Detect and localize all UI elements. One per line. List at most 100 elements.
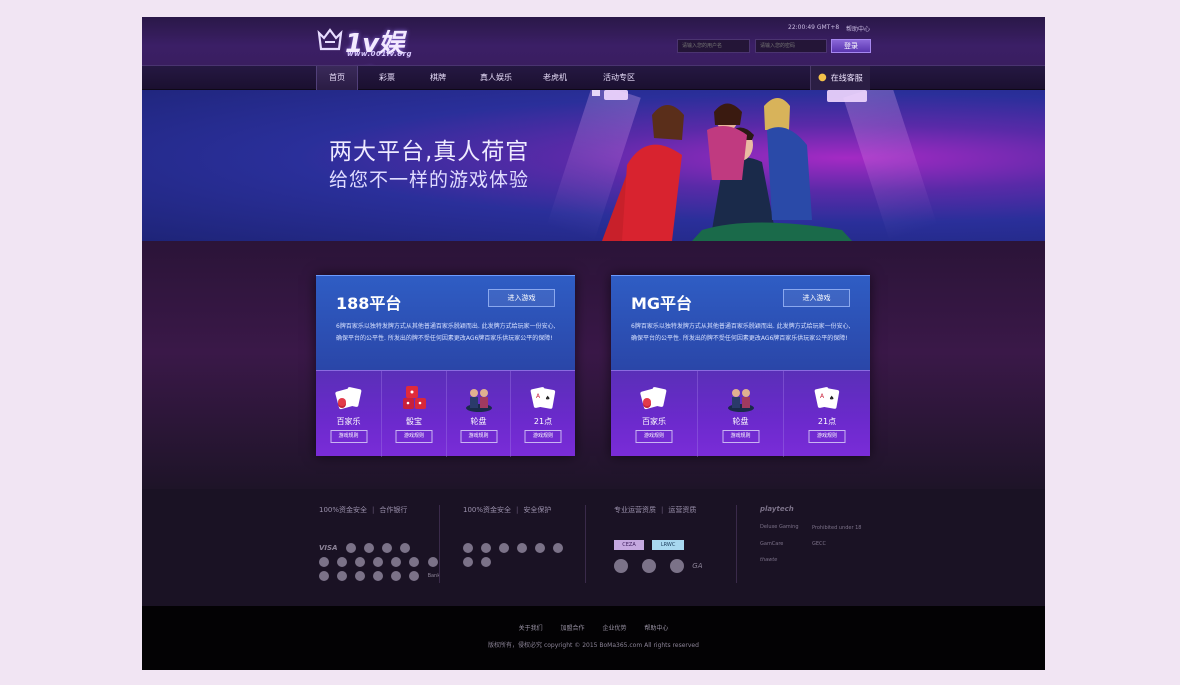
partners-banks: 100%资金安全 | 合作银行 VISA Bank xyxy=(319,505,441,585)
partners-licenses-heading: 专业运营资质 | 运营资质 xyxy=(614,506,697,514)
nav-home[interactable]: 首页 xyxy=(316,66,358,90)
heading-partner-banks: 合作银行 xyxy=(379,506,408,514)
security-logo xyxy=(499,542,510,553)
license-seal-logo xyxy=(614,558,628,573)
game-rules-button[interactable]: 游戏规则 xyxy=(808,430,846,443)
platforms-section: 188平台 进入游戏 6牌百家乐以独特发牌方式从其他普通百家乐脱颖而出. 此发牌… xyxy=(142,241,1045,489)
heading-operating-license: 专业运营资质 xyxy=(614,506,656,514)
game-list: 百家乐 游戏规则 轮盘 游戏规则 A ♠ 21点 游戏规则 xyxy=(611,370,870,457)
game-name: 轮盘 xyxy=(732,417,749,426)
bank-logo xyxy=(373,570,384,581)
game-rules-button[interactable]: 游戏规则 xyxy=(635,430,673,443)
bank-logo xyxy=(319,570,329,581)
server-clock: 22:00:49 GMT+8 xyxy=(788,24,840,31)
dice-icon xyxy=(403,386,426,409)
game-dice[interactable]: 骰宝 游戏规则 xyxy=(381,371,446,457)
partners-security: 100%资金安全 | 安全保护 xyxy=(463,505,583,585)
game-rules-button[interactable]: 游戏规则 xyxy=(722,430,759,443)
login-button[interactable]: 登录 xyxy=(831,39,871,53)
license-logos-row: GA xyxy=(614,555,706,573)
blackjack-icon: A ♠ xyxy=(530,387,556,409)
online-service-button[interactable]: ● 在线客服 xyxy=(810,66,870,90)
game-baccarat[interactable]: 百家乐 游戏规则 xyxy=(611,371,697,457)
footer-link-help[interactable]: 帮助中心 xyxy=(644,625,668,632)
copyright-text: 版权所有，侵权必究 copyright © 2015 BoMa365.com A… xyxy=(488,642,699,649)
partners-providers: playtech Deluxe Gaming Prohibited under … xyxy=(760,505,900,585)
partners-licenses: 专业运营资质 | 运营资质 CEZA LRWC GA xyxy=(614,505,734,585)
site-logo[interactable]: 1v娱乐 www.001lv.org xyxy=(317,23,427,96)
nav-lottery[interactable]: 彩票 xyxy=(368,66,406,90)
column-divider xyxy=(439,505,440,583)
security-logo xyxy=(553,542,564,553)
column-divider xyxy=(585,505,586,583)
license-seal-logo xyxy=(670,558,685,573)
gamcare-logo: GamCare xyxy=(760,541,784,547)
game-roulette[interactable]: 轮盘 游戏规则 xyxy=(446,371,510,457)
heading-fund-safety: 100%资金安全 xyxy=(463,506,512,514)
username-input[interactable] xyxy=(677,39,750,53)
heading-fund-safety: 100%资金安全 xyxy=(319,506,368,514)
security-logos-row xyxy=(463,537,566,553)
partners-security-heading: 100%资金安全 | 安全保护 xyxy=(463,506,552,514)
nav-slots[interactable]: 老虎机 xyxy=(533,66,577,90)
game-name: 21点 xyxy=(817,417,837,426)
bank-logo xyxy=(355,570,366,581)
nav-promotions[interactable]: 活动专区 xyxy=(596,66,642,90)
ga-logo: GA xyxy=(692,561,703,570)
game-rules-button[interactable]: 游戏规则 xyxy=(395,430,433,443)
game-name: 21点 xyxy=(533,417,553,426)
column-divider xyxy=(736,505,737,583)
hero-banner: 两大平台,真人荷官 给您不一样的游戏体验 xyxy=(142,90,1045,241)
platform-description: 6牌百家乐以独特发牌方式从其他普通百家乐脱颖而出. 此发牌方式给玩家一份安心, … xyxy=(631,323,851,342)
game-blackjack[interactable]: A ♠ 21点 游戏规则 xyxy=(510,371,575,457)
game-name: 骰宝 xyxy=(406,417,422,426)
banner-title: 两大平台,真人荷官 xyxy=(329,139,530,165)
game-roulette[interactable]: 轮盘 游戏规则 xyxy=(697,371,783,457)
security-logo xyxy=(535,542,546,553)
heading-security: 安全保护 xyxy=(523,506,552,514)
baccarat-icon xyxy=(640,387,667,410)
nav-chess[interactable]: 棋牌 xyxy=(418,66,458,90)
nav-live-casino[interactable]: 真人娱乐 xyxy=(473,66,519,90)
platform-title: 188平台 xyxy=(336,294,402,313)
partners-banks-heading: 100%资金安全 | 合作银行 xyxy=(319,506,408,514)
security-logos-row xyxy=(463,551,494,567)
footer-link-about[interactable]: 关于我们 xyxy=(519,625,543,632)
game-rules-button[interactable]: 游戏规则 xyxy=(524,430,562,443)
platform-description: 6牌百家乐以独特发牌方式从其他普通百家乐脱颖而出. 此发牌方式给玩家一份安心, … xyxy=(336,323,556,342)
password-input[interactable] xyxy=(755,39,827,53)
bank-logo xyxy=(409,570,420,581)
enter-game-button[interactable]: 进入游戏 xyxy=(783,289,850,307)
footer-link-advantages[interactable]: 企业优势 xyxy=(602,625,626,632)
security-logo xyxy=(463,556,473,567)
enter-game-button[interactable]: 进入游戏 xyxy=(488,289,555,307)
chat-icon: ● xyxy=(818,72,827,83)
bank-logo xyxy=(391,570,402,581)
ceza-logo: CEZA xyxy=(614,539,644,550)
game-blackjack[interactable]: A ♠ 21点 游戏规则 xyxy=(783,371,870,457)
license-seal-logo xyxy=(642,558,657,573)
help-center-link[interactable]: 帮助中心 xyxy=(846,24,870,33)
thawte-logo: thawte xyxy=(760,557,778,563)
site-page: 1v娱乐 www.001lv.org 22:00:49 GMT+8 帮助中心 登… xyxy=(142,17,1045,670)
roulette-icon xyxy=(727,389,754,412)
online-service-label: 在线客服 xyxy=(830,73,863,83)
age-restriction-label: Prohibited under 18 xyxy=(812,525,862,531)
partners-footer: 100%资金安全 | 合作银行 VISA Bank 100%资金安全 | 安全保… xyxy=(142,489,1045,606)
bank-logos-row xyxy=(319,551,441,567)
bank-logo xyxy=(337,570,348,581)
game-rules-button[interactable]: 游戏规则 xyxy=(330,430,367,443)
license-logos-row: CEZA LRWC xyxy=(614,534,687,550)
header: 1v娱乐 www.001lv.org 22:00:49 GMT+8 帮助中心 登… xyxy=(142,17,1045,96)
game-baccarat[interactable]: 百家乐 游戏规则 xyxy=(316,371,381,457)
footer-links: 关于我们 加盟合作 企业优势 帮助中心 xyxy=(142,623,1045,632)
platform-card-mg: MG平台 进入游戏 6牌百家乐以独特发牌方式从其他普通百家乐脱颖而出. 此发牌方… xyxy=(611,275,870,457)
svg-text:♠: ♠ xyxy=(545,395,550,402)
footer-link-partnership[interactable]: 加盟合作 xyxy=(561,625,585,632)
platform-card-188: 188平台 进入游戏 6牌百家乐以独特发牌方式从其他普通百家乐脱颖而出. 此发牌… xyxy=(316,275,575,457)
playtech-logo: playtech xyxy=(760,505,794,513)
svg-text:♠: ♠ xyxy=(829,395,834,402)
game-rules-button[interactable]: 游戏规则 xyxy=(460,430,497,443)
bank-logos-row: VISA xyxy=(319,537,413,553)
heading-license: 运营资质 xyxy=(668,506,697,514)
